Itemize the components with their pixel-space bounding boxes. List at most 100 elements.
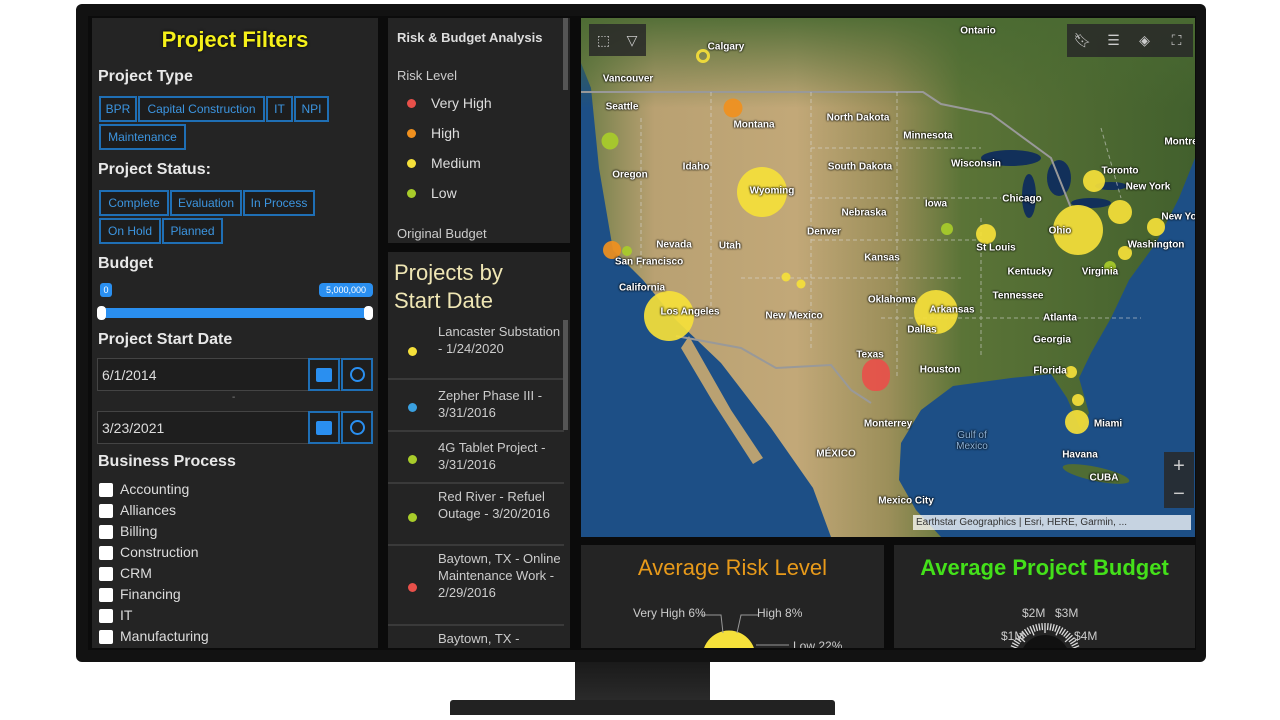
map-label: New Mexico (765, 310, 823, 322)
date-separator: - (232, 392, 236, 403)
layer-list-button[interactable]: ☰ (1098, 24, 1129, 57)
panel-title: Project Filters (161, 27, 309, 52)
chip-maintenance[interactable]: Maintenance (99, 124, 186, 150)
budget-slider-max-handle[interactable] (364, 306, 373, 320)
map-label: Utah (718, 240, 742, 252)
zoom-out-button[interactable]: − (1164, 480, 1194, 508)
chip-bpr[interactable]: BPR (99, 96, 137, 122)
gauge-tick (1064, 634, 1073, 643)
projects-panel: Projects by Start Date Lancaster Substat… (388, 252, 570, 648)
map-label: Ontario (960, 25, 996, 37)
time-button-from[interactable] (341, 358, 373, 391)
chip-complete[interactable]: Complete (99, 190, 169, 216)
select-icon: ⬚ (596, 31, 611, 48)
map-label: Oklahoma (867, 294, 917, 306)
risk-dot (408, 403, 417, 412)
map-label: Chicago (1002, 193, 1042, 205)
legend-label: Very High (431, 95, 492, 111)
map-marker-medium[interactable] (1065, 366, 1077, 378)
map-label: Havana (1062, 449, 1098, 461)
calendar-button-to[interactable] (308, 411, 340, 444)
legend-dot-high (407, 129, 416, 138)
gauge-tick (1011, 642, 1019, 647)
legend-scrollbar[interactable] (563, 18, 568, 90)
risk-dot (408, 513, 417, 522)
list-item[interactable]: Baytown, TX - (388, 626, 564, 648)
map-label: New York (1125, 181, 1171, 193)
chip-capital-construction[interactable]: Capital Construction (138, 96, 265, 122)
legend-label: Low (431, 185, 457, 201)
projects-title: Projects by Start Date (394, 260, 503, 313)
pie-slice[interactable] (702, 629, 756, 648)
gauge-tick-label: $2M (1022, 606, 1046, 620)
map-marker-low[interactable] (601, 132, 619, 150)
list-item[interactable]: Red River - Refuel Outage - 3/20/2016 (388, 484, 564, 546)
map-label: Washington (1127, 239, 1185, 251)
risk-dot (408, 583, 417, 592)
chip-evaluation[interactable]: Evaluation (170, 190, 242, 216)
calendar-button-from[interactable] (308, 358, 340, 391)
map-label: Idaho (682, 161, 710, 173)
map-marker-high[interactable] (723, 98, 743, 118)
map-marker-medium[interactable] (1065, 410, 1089, 434)
list-item[interactable]: Baytown, TX - Online Maintenance Work - … (388, 546, 564, 626)
gauge-tick-label: $4M (1074, 629, 1098, 643)
filters-panel: Project Filters Project Type BPR Capital… (92, 18, 378, 648)
map-label: Miami (1093, 418, 1123, 430)
map-label: Kentucky (1007, 266, 1053, 278)
legend-title: Risk & Budget Analysis (397, 30, 543, 45)
select-dropdown-button[interactable]: ▽ (618, 24, 646, 56)
map-label: San Francisco (614, 256, 684, 268)
list-item[interactable]: Zepher Phase III - 3/31/2016 (388, 380, 564, 432)
map-label: Nebraska (841, 207, 887, 219)
original-budget-label: Original Budget (397, 226, 487, 241)
basemap-gallery-button[interactable]: ◈ (1129, 24, 1160, 57)
chip-it[interactable]: IT (266, 96, 293, 122)
gauge-tick (1010, 645, 1018, 648)
chip-npi[interactable]: NPI (294, 96, 329, 122)
map-view[interactable]: Ontario Calgary Vancouver Seattle Montan… (581, 18, 1195, 537)
start-date-label: Project Start Date (98, 331, 233, 348)
legend-dot-very-high (407, 99, 416, 108)
map-label: California (618, 282, 666, 294)
fullscreen-button[interactable]: ⛶ (1160, 24, 1193, 57)
map-marker-medium[interactable] (1108, 200, 1132, 224)
chip-in-process[interactable]: In Process (243, 190, 315, 216)
map-marker-low[interactable] (941, 223, 953, 235)
legend-panel: Risk & Budget Analysis Risk Level Very H… (388, 18, 570, 243)
map-label: Seattle (605, 101, 639, 113)
monitor-stand-base (450, 700, 835, 715)
projects-scrollbar[interactable] (563, 320, 568, 430)
zoom-in-button[interactable]: + (1164, 452, 1194, 480)
map-attribution: Earthstar Geographics | Esri, HERE, Garm… (913, 515, 1191, 530)
select-tool-button[interactable]: ⬚ (589, 24, 618, 56)
bookmarks-button[interactable]: 🔖︎ (1067, 24, 1098, 57)
gauge-tick (1071, 642, 1079, 647)
map-marker-medium[interactable] (976, 224, 996, 244)
map-label: Montre (1164, 136, 1195, 148)
time-button-to[interactable] (341, 411, 373, 444)
map-label: Wisconsin (951, 158, 1001, 170)
map-marker-medium[interactable] (1072, 394, 1084, 406)
budget-slider-track[interactable] (99, 308, 371, 318)
map-marker-very-high[interactable] (862, 359, 890, 391)
map-label: CUBA (1089, 472, 1119, 484)
dropdown-icon: ▽ (626, 31, 638, 48)
list-item[interactable]: 4G Tablet Project - 3/31/2016 (388, 432, 564, 484)
legend-dot-low (407, 189, 416, 198)
map-marker-medium[interactable] (781, 272, 791, 282)
basemap-icon: ◈ (1139, 32, 1150, 48)
map-label: Oregon (612, 169, 648, 181)
gauge-tick (1032, 624, 1036, 632)
gauge-tick (1072, 645, 1080, 648)
list-item[interactable]: Lancaster Substation - 1/24/2020 (388, 320, 564, 380)
chip-on-hold[interactable]: On Hold (99, 218, 161, 244)
map-label: Ohio (1048, 225, 1072, 237)
map-label: Florida (1033, 365, 1067, 377)
map-label: Monterrey (863, 418, 913, 430)
budget-slider-min-handle[interactable] (97, 306, 106, 320)
chip-planned[interactable]: Planned (162, 218, 223, 244)
map-marker-medium[interactable] (796, 279, 806, 289)
gauge-tick (1054, 624, 1058, 632)
map-marker-low[interactable] (622, 246, 632, 256)
